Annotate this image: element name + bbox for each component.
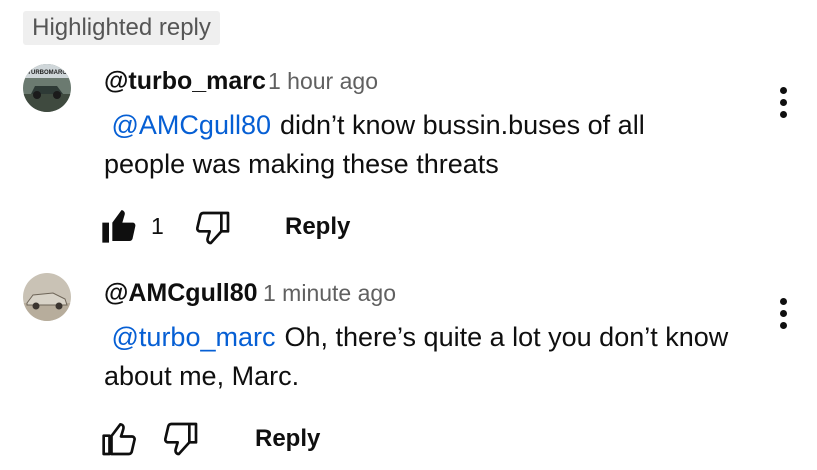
thumbs-up-filled-icon[interactable] — [99, 206, 139, 246]
svg-text:TURBOMARC: TURBOMARC — [27, 70, 67, 76]
car-photo-avatar-icon: TURBOMARC — [23, 64, 71, 112]
comment-text: @turbo_marc Oh, there’s quite a lot you d… — [104, 318, 764, 396]
comment-author-handle[interactable]: @turbo_marc — [104, 67, 266, 96]
comment-text-line1: Oh, there’s quite a lot you don’t know — [284, 322, 729, 352]
highlighted-reply-chip: Highlighted reply — [23, 11, 220, 45]
comment-author-handle[interactable]: @AMCgull80 — [104, 279, 258, 308]
reply-button[interactable]: Reply — [285, 213, 350, 241]
reply-button[interactable]: Reply — [255, 425, 320, 453]
vintage-car-avatar-icon — [23, 273, 71, 321]
comment-text-line2: people was making these threats — [104, 149, 499, 179]
thumbs-down-outline-icon[interactable] — [161, 419, 201, 459]
like-count: 1 — [151, 213, 164, 239]
comment-timestamp[interactable]: 1 minute ago — [263, 280, 396, 307]
thumbs-up-outline-icon[interactable] — [99, 419, 139, 459]
comment-text-line2: about me, Marc. — [104, 361, 300, 391]
comment-text: @AMCgull80 didn’t know bussin.buses of al… — [104, 106, 754, 184]
more-actions-icon[interactable] — [778, 298, 788, 334]
avatar-amcgull80[interactable] — [23, 273, 71, 321]
avatar-turbo-marc[interactable]: TURBOMARC — [23, 64, 71, 112]
comment-timestamp[interactable]: 1 hour ago — [268, 68, 378, 95]
comment-text-line1: didn’t know bussin.buses of all — [279, 110, 645, 140]
mention-link[interactable]: @turbo_marc — [112, 322, 276, 352]
thumbs-down-outline-icon[interactable] — [193, 208, 233, 248]
more-actions-icon[interactable] — [778, 87, 788, 123]
mention-link[interactable]: @AMCgull80 — [112, 110, 271, 140]
